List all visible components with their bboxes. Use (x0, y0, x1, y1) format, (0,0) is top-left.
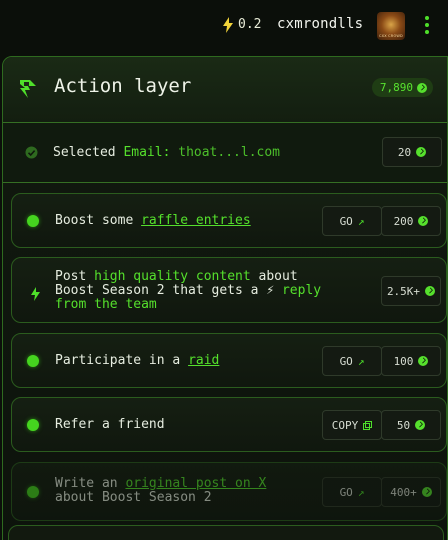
reward-value: 200 (393, 214, 414, 228)
task-text-pre: Refer a friend (55, 417, 165, 432)
email-value: thoat...l.com (178, 145, 280, 160)
task-text: Write an original post on X about Boost … (55, 477, 266, 505)
task-text: Refer a friend (55, 418, 165, 432)
task-card-post: Post high quality content about Boost Se… (11, 257, 447, 323)
status-dot (27, 215, 39, 227)
email-prefix: Selected (53, 145, 116, 160)
coin-icon (425, 286, 436, 296)
arrow-up-right-icon: ↗ (357, 485, 365, 499)
status-dot (27, 355, 39, 367)
top-bar: 0.2 cxmrondlls CXX CROWD (0, 0, 448, 52)
reward-value: 20 (397, 145, 412, 159)
coin-icon (417, 82, 427, 93)
task-text-post: about (250, 269, 298, 284)
task-highlight-team: from the team (55, 297, 157, 312)
arrow-up-right-icon: ↗ (357, 214, 365, 228)
email-task-text: Selected Email: thoat...l.com (53, 145, 280, 160)
task-card-refer: Refer a friend COPY 50 (11, 397, 447, 452)
reward-badge: 400+ (381, 477, 441, 507)
raid-link[interactable]: raid (188, 353, 219, 368)
task-text: Post high quality content about Boost Se… (55, 270, 345, 312)
raffle-entries-link[interactable]: raffle entries (141, 213, 251, 228)
coin-icon (415, 420, 426, 430)
panel-header: Action layer 7,890 (3, 57, 447, 123)
status-dot (27, 419, 39, 431)
copy-button[interactable]: COPY (322, 410, 382, 440)
coin-icon (421, 487, 432, 497)
task-text-pre: Write an (55, 476, 126, 491)
task-text: Participate in a raid (55, 354, 219, 368)
email-reward: 20 (382, 137, 442, 167)
task-highlight-reply: reply (281, 283, 322, 298)
task-text-line2: Boost Season 2 that gets a (55, 283, 267, 298)
check-circle-icon (25, 146, 38, 159)
next-task-card (8, 525, 444, 540)
copy-icon (363, 420, 373, 430)
task-text: Boost some raffle entries (55, 214, 251, 228)
more-menu-icon[interactable] (424, 16, 430, 36)
task-card-raffle: Boost some raffle entries GO ↗ 200 (11, 193, 447, 248)
page-title: Action layer (54, 75, 192, 97)
reward-value: 400+ (390, 485, 417, 499)
action-panel: Action layer 7,890 Selected Email: thoat… (2, 56, 448, 540)
task-text-line2: about Boost Season 2 (55, 490, 212, 505)
coin-icon (418, 216, 429, 226)
original-post-link[interactable]: original post on X (125, 476, 266, 491)
task-card-write-post: Write an original post on X about Boost … (11, 462, 447, 521)
reward-value: 50 (396, 418, 411, 432)
username[interactable]: cxmrondlls (277, 16, 363, 32)
task-text-pre: Post (55, 269, 95, 284)
task-card-raid: Participate in a raid GO ↗ 100 (11, 333, 447, 388)
points-badge: 7,890 (371, 78, 433, 97)
reward-badge: 2.5K+ (381, 276, 441, 306)
coin-icon (416, 147, 427, 157)
go-button-label: GO (339, 354, 353, 368)
action-layer-icon (20, 80, 36, 98)
lightning-emoji-icon: ⚡ (266, 283, 275, 298)
task-text-pre: Boost some (55, 213, 142, 228)
reward-badge: 50 (381, 410, 441, 440)
reward-value: 100 (393, 354, 414, 368)
reward-badge: 200 (381, 206, 441, 236)
reward-badge: 100 (381, 346, 441, 376)
coin-icon (418, 356, 429, 366)
email-task-row: Selected Email: thoat...l.com 20 (3, 123, 447, 183)
go-button[interactable]: GO ↗ (322, 477, 382, 507)
go-button[interactable]: GO ↗ (322, 206, 382, 236)
lightning-icon (31, 287, 40, 301)
reward-value: 2.5K+ (386, 284, 421, 298)
arrow-up-right-icon: ↗ (357, 354, 365, 368)
email-label: Email: (123, 145, 171, 160)
avatar[interactable]: CXX CROWD (377, 12, 405, 40)
go-button-label: GO (339, 485, 353, 499)
avatar-text: CXX CROWD (379, 34, 403, 38)
task-highlight: high quality content (94, 269, 251, 284)
task-text-pre: Participate in a (55, 353, 189, 368)
go-button-label: GO (339, 214, 353, 228)
go-button[interactable]: GO ↗ (322, 346, 382, 376)
status-dot (27, 486, 39, 498)
lightning-icon (223, 17, 233, 33)
points-value: 7,890 (379, 81, 413, 94)
balance-value: 0.2 (238, 17, 262, 32)
copy-button-label: COPY (331, 418, 359, 432)
